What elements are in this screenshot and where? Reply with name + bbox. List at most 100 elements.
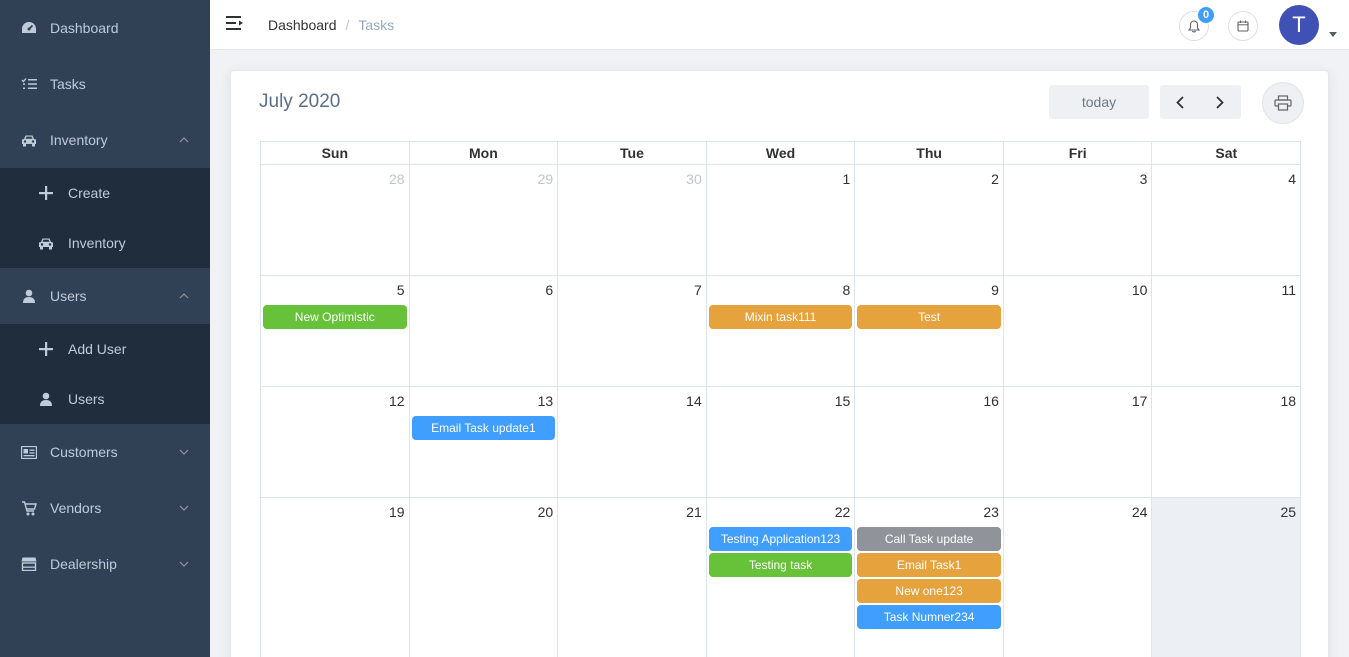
day-number[interactable]: 5	[397, 282, 405, 298]
day-number[interactable]: 28	[389, 171, 405, 187]
day-cell[interactable]: 1	[707, 165, 856, 275]
sidebar-subitem-inventory[interactable]: Inventory	[0, 218, 210, 268]
day-number[interactable]: 25	[1280, 504, 1296, 520]
day-number[interactable]: 14	[686, 393, 702, 409]
calendar-event[interactable]: Email Task update1	[411, 416, 556, 440]
day-cell[interactable]: 15	[707, 387, 856, 497]
sidebar-item-customers[interactable]: Customers	[0, 424, 210, 480]
day-cell[interactable]: 17	[1004, 387, 1153, 497]
chevron-right-icon	[1216, 95, 1224, 109]
day-cell[interactable]: 24	[1004, 498, 1153, 657]
day-number[interactable]: 10	[1132, 282, 1148, 298]
chevron-up-icon	[178, 290, 190, 302]
sidebar-subitem-create[interactable]: Create	[0, 168, 210, 218]
breadcrumb-dashboard[interactable]: Dashboard	[268, 17, 337, 33]
day-cell[interactable]: 20	[410, 498, 559, 657]
day-cell[interactable]: 2	[855, 165, 1004, 275]
weekday-header: Thu	[855, 142, 1004, 164]
sidebar-item-dealership[interactable]: Dealership	[0, 536, 210, 592]
calendar-event[interactable]: Test	[857, 305, 1001, 329]
sidebar-item-dashboard[interactable]: Dashboard	[0, 0, 210, 56]
day-number[interactable]: 21	[686, 504, 702, 520]
user-avatar[interactable]: T	[1279, 5, 1319, 45]
day-cell[interactable]: 18	[1152, 387, 1302, 497]
calendar-event[interactable]: New one123	[857, 579, 1001, 603]
calendar-event[interactable]: Mixin task111	[708, 305, 853, 329]
day-cell[interactable]: 14	[558, 387, 707, 497]
day-cell[interactable]: 10	[1004, 276, 1153, 386]
day-number[interactable]: 17	[1132, 393, 1148, 409]
today-button[interactable]: today	[1049, 85, 1149, 119]
calendar-event[interactable]: Testing Application123	[708, 527, 853, 551]
sidebar-item-inventory[interactable]: Inventory	[0, 112, 210, 168]
calendar-event[interactable]: Call Task update	[857, 527, 1001, 551]
day-cell[interactable]: 19	[261, 498, 410, 657]
day-cell[interactable]: 28	[261, 165, 410, 275]
calendar-event[interactable]: Testing task	[708, 553, 853, 577]
day-events: New Optimistic	[263, 305, 407, 331]
sidebar-item-users[interactable]: Users	[0, 268, 210, 324]
day-number[interactable]: 2	[991, 171, 999, 187]
sidebar-subitem-label: Add User	[68, 341, 127, 357]
day-cell[interactable]: 9 Test	[855, 276, 1004, 386]
sidebar-item-vendors[interactable]: Vendors	[0, 480, 210, 536]
day-cell[interactable]: 4	[1152, 165, 1302, 275]
calendar-event[interactable]: Email Task1	[857, 553, 1001, 577]
day-number[interactable]: 6	[545, 282, 553, 298]
sidebar-toggle-icon[interactable]	[226, 15, 244, 33]
day-number[interactable]: 8	[843, 282, 851, 298]
day-number[interactable]: 1	[843, 171, 851, 187]
breadcrumb-separator: /	[345, 17, 350, 33]
user-menu-caret-icon[interactable]	[1329, 32, 1337, 37]
prev-month-button[interactable]	[1160, 85, 1200, 119]
day-cell[interactable]: 13 Email Task update1	[410, 387, 559, 497]
day-number[interactable]: 16	[983, 393, 999, 409]
sidebar-subitem-add-user[interactable]: Add User	[0, 324, 210, 374]
day-number[interactable]: 18	[1280, 393, 1296, 409]
day-number[interactable]: 20	[538, 504, 554, 520]
day-number[interactable]: 29	[538, 171, 554, 187]
sidebar-item-label: Users	[50, 288, 87, 304]
day-number[interactable]: 3	[1140, 171, 1148, 187]
day-cell-today[interactable]: 25	[1152, 498, 1302, 657]
day-number[interactable]: 23	[983, 504, 999, 520]
notifications-button[interactable]: 0	[1179, 6, 1215, 41]
day-cell[interactable]: 3	[1004, 165, 1153, 275]
calendar-event[interactable]: New Optimistic	[263, 305, 407, 329]
day-cell[interactable]: 16	[855, 387, 1004, 497]
day-cell[interactable]: 8 Mixin task111	[707, 276, 856, 386]
id-card-icon	[20, 443, 38, 461]
plus-icon	[38, 341, 54, 357]
day-cell[interactable]: 7	[558, 276, 707, 386]
day-number[interactable]: 30	[686, 171, 702, 187]
day-cell[interactable]: 5 New Optimistic	[261, 276, 410, 386]
day-number[interactable]: 4	[1288, 171, 1296, 187]
next-month-button[interactable]	[1200, 85, 1240, 119]
day-cell[interactable]: 21	[558, 498, 707, 657]
day-number[interactable]: 13	[538, 393, 554, 409]
tasks-icon	[20, 75, 38, 93]
day-cell[interactable]: 11	[1152, 276, 1302, 386]
day-cell[interactable]: 23 Call Task update Email Task1 New one123 T…	[855, 498, 1004, 657]
day-cell[interactable]: 12	[261, 387, 410, 497]
sidebar-subitem-users[interactable]: Users	[0, 374, 210, 424]
day-number[interactable]: 12	[389, 393, 405, 409]
store-icon	[20, 555, 38, 573]
chevron-left-icon	[1176, 95, 1184, 109]
day-cell[interactable]: 30	[558, 165, 707, 275]
day-cell[interactable]: 22 Testing Application123 Testing task	[707, 498, 856, 657]
day-number[interactable]: 9	[991, 282, 999, 298]
day-cell[interactable]: 29	[410, 165, 559, 275]
sidebar-item-tasks[interactable]: Tasks	[0, 56, 210, 112]
chevron-down-icon	[178, 502, 190, 514]
calendar-event[interactable]: Task Numner234	[857, 605, 1001, 629]
day-number[interactable]: 7	[694, 282, 702, 298]
day-cell[interactable]: 6	[410, 276, 559, 386]
print-button[interactable]	[1262, 82, 1304, 124]
day-number[interactable]: 11	[1282, 282, 1297, 298]
calendar-button[interactable]	[1228, 11, 1258, 41]
day-number[interactable]: 22	[835, 504, 851, 520]
day-number[interactable]: 24	[1132, 504, 1148, 520]
day-number[interactable]: 19	[389, 504, 405, 520]
day-number[interactable]: 15	[835, 393, 851, 409]
